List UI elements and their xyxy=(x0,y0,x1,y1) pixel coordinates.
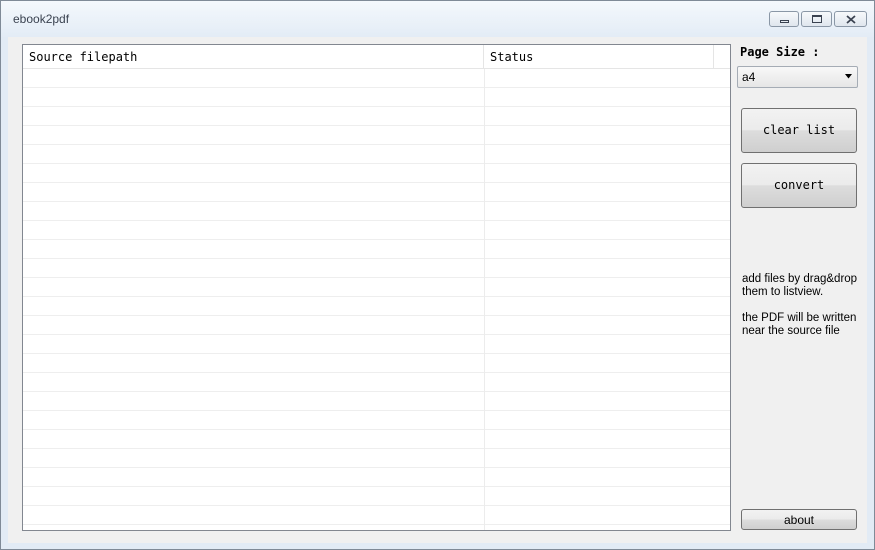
client-area: Source filepath Status Page Size : a4 cl… xyxy=(8,37,867,543)
listview-header: Source filepath Status xyxy=(23,45,730,69)
convert-button[interactable]: convert xyxy=(741,163,857,208)
page-size-value: a4 xyxy=(742,70,756,84)
clear-list-button-label: clear list xyxy=(762,123,836,137)
page-size-select[interactable]: a4 xyxy=(737,66,858,88)
listview-rows[interactable] xyxy=(23,69,730,530)
maximize-button[interactable] xyxy=(801,11,832,27)
file-listview[interactable]: Source filepath Status xyxy=(22,44,731,531)
about-button[interactable]: about xyxy=(741,509,857,530)
close-icon xyxy=(846,15,856,24)
help-text-drag-drop: add files by drag&drop them to listview. xyxy=(742,273,858,298)
convert-button-label: convert xyxy=(773,178,825,192)
chevron-down-icon xyxy=(845,74,852,79)
column-header-label: Status xyxy=(490,50,534,64)
about-button-label: about xyxy=(783,513,815,527)
column-header-status[interactable]: Status xyxy=(484,45,714,68)
minimize-icon xyxy=(780,20,789,23)
minimize-button[interactable] xyxy=(769,11,799,27)
column-header-label: Source filepath xyxy=(29,50,138,64)
column-header-source-filepath[interactable]: Source filepath xyxy=(23,45,484,68)
page-size-label: Page Size : xyxy=(740,45,820,59)
window-title: ebook2pdf xyxy=(13,12,70,26)
app-window: ebook2pdf Source filepath Status Page Si… xyxy=(0,0,875,550)
column-divider xyxy=(484,69,485,530)
column-header-filler xyxy=(714,45,730,68)
close-button[interactable] xyxy=(834,11,867,27)
clear-list-button[interactable]: clear list xyxy=(741,108,857,153)
help-text-output-location: the PDF will be written near the source … xyxy=(742,312,857,337)
title-bar[interactable]: ebook2pdf xyxy=(1,1,874,37)
maximize-icon xyxy=(812,15,822,23)
